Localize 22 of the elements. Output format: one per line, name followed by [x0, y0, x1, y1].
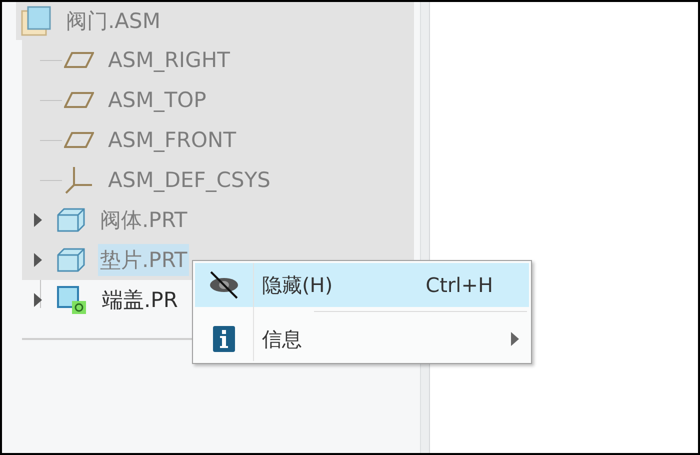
expand-arrow-icon[interactable]: [34, 293, 42, 307]
menu-item[interactable]: 信息: [195, 317, 529, 361]
info-icon: [213, 326, 235, 352]
datum-plane-icon: [64, 91, 94, 109]
datum-plane-icon: [64, 51, 94, 69]
expand-arrow-icon[interactable]: [34, 253, 42, 267]
shortcut-label: Ctrl+H: [426, 273, 493, 297]
menu-item-label: 隐藏(H): [262, 272, 334, 298]
menu-item-label: 信息: [262, 326, 303, 352]
tree-item-label[interactable]: 垫片.PRT: [98, 244, 190, 276]
tree-item-label[interactable]: ASM_TOP: [106, 86, 208, 114]
cube-icon: [56, 247, 86, 273]
cube-icon: [56, 285, 88, 315]
menu-item[interactable]: 隐藏(H) Ctrl+H: [195, 263, 529, 307]
datum-plane-icon: [64, 131, 94, 149]
hidden-eye-icon: [207, 270, 241, 300]
assembly-icon: [20, 5, 52, 37]
tree-item-label[interactable]: 端盖.PR: [100, 284, 180, 316]
tree-item-label[interactable]: 阀体.PRT: [98, 204, 190, 236]
expand-arrow-icon[interactable]: [34, 213, 42, 227]
coordinate-system-icon: [64, 165, 94, 195]
cube-icon: [56, 207, 86, 233]
